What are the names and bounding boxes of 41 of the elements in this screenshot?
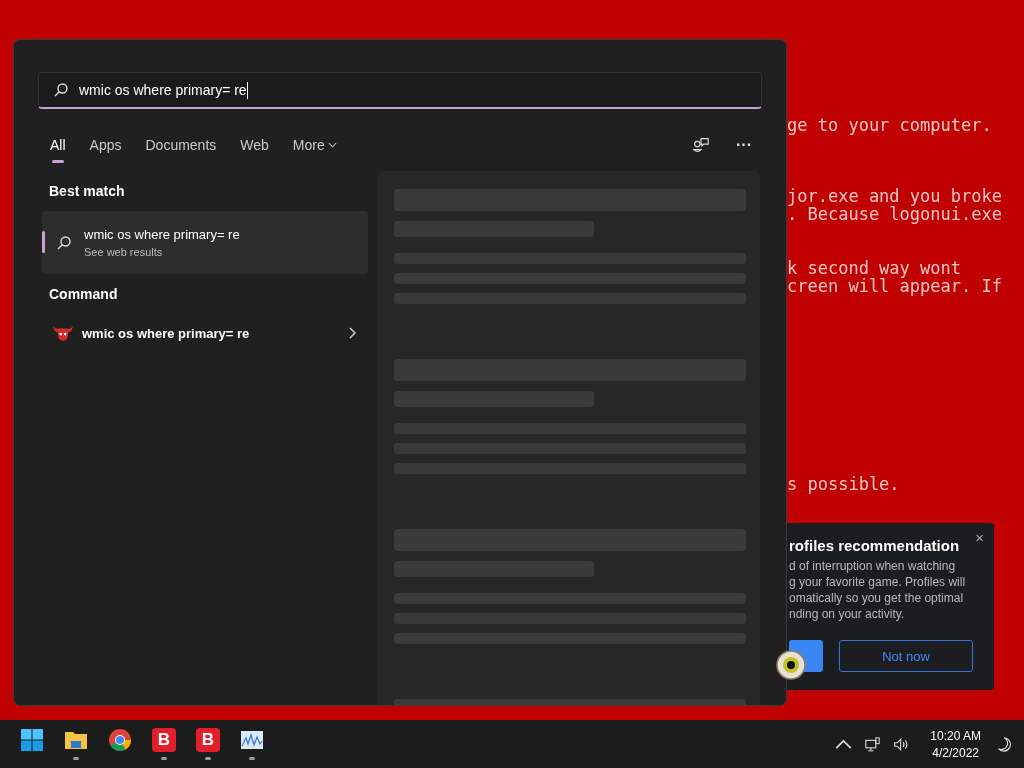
search-field[interactable]: wmic os where primary= re [38, 72, 762, 109]
app-taskbar-button[interactable]: B [196, 728, 220, 752]
filter-tab[interactable]: All [38, 129, 78, 161]
close-button[interactable]: × [971, 527, 988, 548]
clock-time[interactable]: 10:20 AM [930, 728, 981, 743]
feedback-icon[interactable] [692, 136, 710, 154]
desktop-text-line: k second way wont [787, 259, 962, 277]
filter-tab[interactable]: Apps [77, 129, 134, 161]
chart-window-icon[interactable] [240, 728, 264, 752]
chevron-right-icon [348, 327, 356, 339]
browser-icon[interactable] [108, 728, 132, 752]
result-subtitle: See web results [84, 246, 164, 258]
section-heading: Command [48, 285, 119, 304]
network-icon[interactable] [864, 736, 882, 752]
filter-tab[interactable]: Web [228, 129, 281, 161]
clock-date[interactable]: 4/2/2022 [932, 745, 979, 760]
notification-text-line: nding on your activity. [789, 606, 905, 622]
not-now-button[interactable]: Not now [839, 640, 973, 672]
notification-text-line: d of interruption when watching [789, 558, 956, 574]
desktop-text-line: jor.exe and you broke [787, 187, 1002, 205]
chevron-down-icon [327, 142, 337, 148]
more-options-button[interactable]: ··· [728, 134, 760, 156]
desktop-text-line: . Because logonui.exe [787, 205, 1002, 223]
command-item[interactable]: wmic os where primary= re [42, 314, 368, 352]
notification-text-line: g your favorite game. Profiles will [789, 574, 966, 590]
app-taskbar-button[interactable]: B [152, 728, 176, 752]
more-dropdown[interactable]: More [280, 129, 349, 161]
desktop-text-line: s possible. [787, 475, 900, 493]
notification-text-line: omatically so you get the optimal [789, 590, 964, 606]
windows-start-icon[interactable] [20, 728, 44, 752]
filter-tab[interactable]: Documents [133, 129, 229, 161]
result-title: wmic os where primary= re [84, 227, 240, 242]
search-icon [53, 82, 69, 98]
desktop-text-line: creen will appear. If [787, 277, 1002, 295]
round-cursor-icon [776, 650, 806, 680]
moon-icon[interactable] [995, 736, 1012, 752]
section-heading: Best match [48, 182, 126, 201]
best-match-item[interactable]: wmic os where primary= re See web results [42, 211, 368, 274]
notification-title: rofiles recommendation [789, 537, 960, 554]
desktop-text-line: ge to your computer. [787, 116, 992, 134]
search-icon [56, 234, 72, 251]
